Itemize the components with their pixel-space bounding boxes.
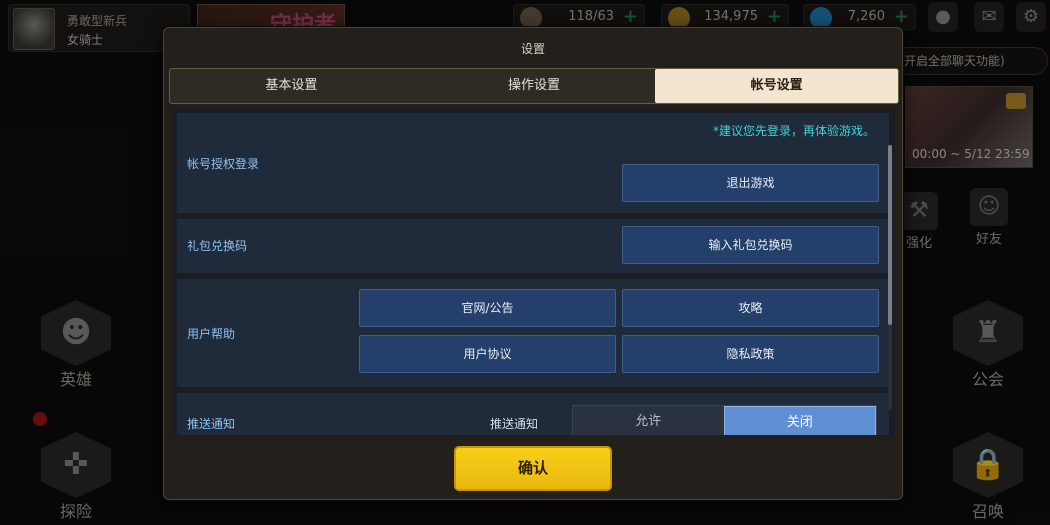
scrollbar-thumb[interactable]	[888, 145, 892, 325]
tab-basic-settings[interactable]: 基本设置	[170, 69, 413, 103]
account-login-label: 帐号授权登录	[187, 157, 260, 171]
user-help-label: 用户帮助	[187, 327, 236, 341]
logout-button[interactable]: 退出游戏	[622, 164, 879, 202]
push-off-option[interactable]: 关闭	[723, 406, 876, 435]
push-notification-section: 推送通知 推送通知 允许 关闭	[177, 393, 889, 435]
scrollbar[interactable]	[888, 145, 892, 410]
enter-gift-code-button[interactable]: 输入礼包兑换码	[622, 226, 879, 264]
user-agreement-button[interactable]: 用户协议	[359, 335, 616, 373]
push-allow-option[interactable]: 允许	[573, 406, 724, 435]
gift-code-label: 礼包兑换码	[187, 239, 248, 253]
confirm-button[interactable]: 确认	[454, 446, 612, 491]
privacy-policy-button[interactable]: 隐私政策	[622, 335, 879, 373]
push-toggle: 允许 关闭	[572, 405, 877, 435]
push-notification-label: 推送通知	[187, 417, 236, 431]
gift-code-section: 礼包兑换码 输入礼包兑换码	[177, 219, 889, 273]
official-notice-button[interactable]: 官网/公告	[359, 289, 616, 327]
settings-tabs: 基本设置 操作设置 帐号设置	[169, 68, 899, 104]
push-notification-sublabel: 推送通知	[490, 417, 539, 431]
user-help-section: 用户帮助 官网/公告 攻略 用户协议 隐私政策	[177, 279, 889, 387]
dialog-title: 设置	[520, 42, 545, 56]
account-login-section: 帐号授权登录 *建议您先登录，再体验游戏。 退出游戏	[177, 113, 889, 213]
tab-account-settings[interactable]: 帐号设置	[655, 69, 899, 103]
settings-content[interactable]: 帐号授权登录 *建议您先登录，再体验游戏。 退出游戏 礼包兑换码 输入礼包兑换码…	[173, 109, 895, 435]
login-hint: *建议您先登录，再体验游戏。	[712, 124, 875, 138]
settings-dialog: 设置 基本设置 操作设置 帐号设置 帐号授权登录 *建议您先登录，再体验游戏。 …	[163, 27, 903, 500]
tab-control-settings[interactable]: 操作设置	[413, 69, 656, 103]
guide-button[interactable]: 攻略	[622, 289, 879, 327]
